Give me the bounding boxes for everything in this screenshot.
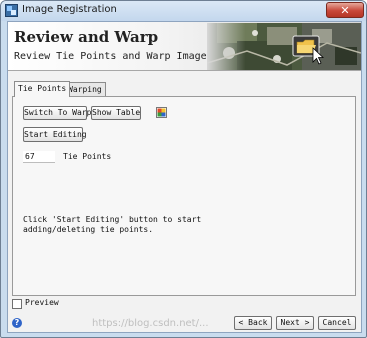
image-registration-window: Image Registration ✕ Review and Warp Rev… bbox=[0, 0, 367, 338]
show-table-button[interactable]: Show Table bbox=[91, 106, 141, 120]
close-icon: ✕ bbox=[340, 4, 350, 17]
start-editing-button[interactable]: Start Editing bbox=[23, 127, 87, 142]
title-bar[interactable]: Image Registration ✕ bbox=[1, 1, 366, 21]
tab-warping[interactable]: Warping bbox=[64, 82, 106, 97]
instruction-text: Click 'Start Editing' button to start ad… bbox=[23, 215, 202, 234]
window-title: Image Registration bbox=[22, 4, 117, 15]
preview-checkbox[interactable] bbox=[12, 299, 22, 309]
close-button[interactable]: ✕ bbox=[326, 2, 364, 18]
back-button[interactable]: < Back bbox=[234, 316, 272, 330]
page-subtitle: Review Tie Points and Warp Image bbox=[14, 51, 207, 62]
app-icon bbox=[5, 4, 18, 17]
satellite-image-banner bbox=[207, 23, 361, 70]
next-button[interactable]: Next > bbox=[276, 316, 314, 330]
dialog-body: Review and Warp Review Tie Points and Wa… bbox=[7, 21, 362, 333]
wizard-header: Review and Warp Review Tie Points and Wa… bbox=[8, 22, 361, 71]
page-title: Review and Warp bbox=[14, 28, 159, 46]
tie-points-label: Tie Points bbox=[63, 152, 112, 161]
preview-label: Preview bbox=[25, 298, 59, 307]
cancel-button[interactable]: Cancel bbox=[318, 316, 356, 330]
color-palette-icon[interactable] bbox=[156, 107, 167, 118]
switch-to-warp-button[interactable]: Switch To Warp bbox=[23, 106, 91, 120]
tie-points-count-field: 67 bbox=[23, 151, 55, 163]
tie-points-panel: Switch To Warp Show Table Start Editing … bbox=[12, 96, 356, 296]
watermark-text: https://blog.csdn.net/... bbox=[92, 318, 209, 329]
help-icon[interactable]: ? bbox=[12, 318, 22, 328]
tab-tie-points[interactable]: Tie Points bbox=[14, 81, 71, 97]
